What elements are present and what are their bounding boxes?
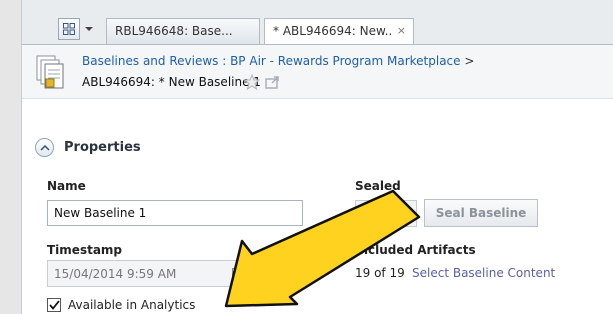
page-title: ABL946694: * New Baseline 1 [82, 75, 261, 89]
section-title: Properties [64, 140, 141, 155]
timestamp-field: 15/04/2014 9:59 AM [47, 260, 249, 287]
seal-baseline-button[interactable]: Seal Baseline [424, 199, 538, 227]
sealed-label: Sealed [355, 179, 401, 193]
grid-icon [63, 23, 75, 35]
tab-bar: RBL946648: Base... * ABL946694: New.. × [22, 14, 613, 45]
calendar-icon[interactable] [232, 267, 244, 279]
tab-abl946694[interactable]: * ABL946694: New.. × [264, 18, 414, 45]
tab-label: * ABL946694: New.. [273, 24, 393, 38]
analytics-checkbox-label: Available in Analytics [68, 298, 196, 312]
tab-list-dropdown[interactable] [82, 18, 96, 40]
name-field[interactable] [47, 200, 303, 226]
included-artifacts-label: Included Artifacts [355, 243, 476, 257]
tab-rbl946648[interactable]: RBL946648: Base... [106, 18, 260, 44]
tab-label: RBL946648: Base... [115, 24, 233, 38]
share-icon[interactable] [265, 75, 281, 89]
select-baseline-content-link[interactable]: Select Baseline Content [412, 266, 555, 280]
app-window: RBL946648: Base... * ABL946694: New.. × … [0, 0, 613, 314]
left-edge-strip [0, 0, 22, 314]
collapse-section-button[interactable] [35, 138, 54, 157]
breadcrumb: Baselines and Reviews : BP Air - Rewards… [82, 54, 474, 68]
dropdown-icon [85, 27, 93, 31]
page-header: Baselines and Reviews : BP Air - Rewards… [22, 45, 613, 99]
artifact-count: 19 of 19 [355, 266, 405, 280]
breadcrumb-separator: > [464, 54, 475, 68]
chevron-up-icon [39, 144, 50, 151]
breadcrumb-link[interactable]: Baselines and Reviews : BP Air - Rewards… [82, 54, 461, 68]
grid-menu-button[interactable] [58, 18, 80, 40]
analytics-checkbox[interactable] [47, 298, 61, 312]
baseline-editor: Baselines and Reviews : BP Air - Rewards… [22, 44, 613, 314]
star-icon[interactable] [244, 74, 260, 90]
name-label: Name [47, 179, 86, 193]
sealed-field [355, 200, 417, 227]
document-stack-icon [36, 55, 64, 89]
timestamp-label: Timestamp [47, 243, 123, 257]
close-icon[interactable]: × [397, 24, 406, 37]
checkmark-icon [48, 300, 60, 310]
